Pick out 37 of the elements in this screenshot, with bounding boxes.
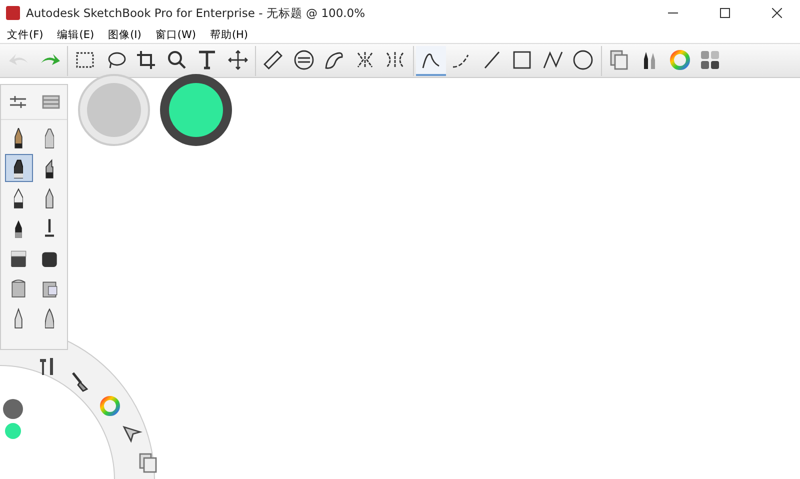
menu-item[interactable]: 帮助(H) (208, 28, 250, 42)
crop-icon (135, 48, 158, 70)
layers-icon (137, 452, 159, 474)
move-arrows-icon (226, 48, 249, 70)
circle-icon (572, 48, 594, 70)
magnifier-icon (166, 48, 188, 70)
color-wheel-icon (668, 48, 691, 70)
brush-icon (10, 248, 26, 268)
brush-icon (14, 188, 23, 208)
color-wheel-icon (99, 395, 121, 417)
brush-icon (14, 128, 23, 148)
brush-icon (10, 278, 26, 298)
close-icon[interactable] (772, 8, 782, 18)
menu-item[interactable]: 图像(I) (107, 28, 142, 42)
toolbar-button[interactable] (416, 46, 446, 76)
brush-icon (45, 188, 54, 208)
ruler-icon (262, 48, 284, 70)
brush-icon (45, 308, 54, 328)
brush-button[interactable] (4, 154, 32, 182)
paintbrush-icon (69, 370, 91, 392)
menu-item[interactable]: 编辑(E) (56, 28, 96, 42)
square-icon (511, 48, 534, 70)
brush-icon (45, 158, 54, 178)
brush-icon (14, 308, 23, 328)
layers-icon (608, 48, 630, 70)
menu-item[interactable]: 文件(F) (6, 28, 44, 42)
lagoon-button[interactable] (69, 370, 91, 392)
window-title: Autodesk SketchBook Pro for Enterprise - 无标题 @ 100.0% (26, 6, 366, 20)
menu-item[interactable]: 窗口(W) (154, 28, 197, 42)
ellipse-guide-icon (292, 48, 315, 70)
maximize-icon[interactable] (720, 8, 730, 18)
brush-icon (14, 158, 23, 178)
polyline-icon (542, 48, 564, 70)
app-logo-icon (6, 6, 20, 20)
brush-icon (45, 218, 54, 238)
brush-icon (45, 128, 54, 148)
swatch-grid-icon (699, 48, 722, 70)
